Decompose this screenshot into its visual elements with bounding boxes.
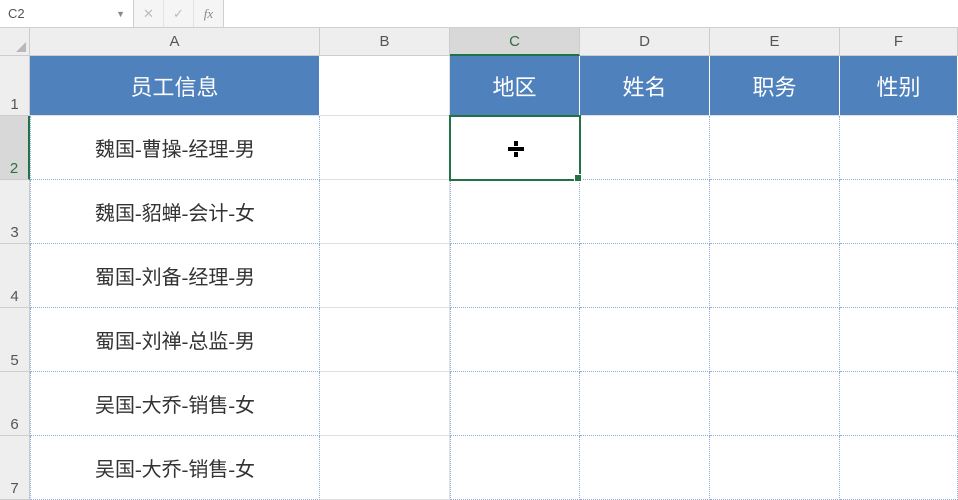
cell-value: 魏国-貂蝉-会计-女 [95,197,255,226]
select-all-corner[interactable] [0,28,30,56]
cell-E6[interactable] [710,372,840,436]
row-label: 2 [10,160,18,177]
row-header-2[interactable]: 2 [0,116,30,180]
spreadsheet-grid: A B C D E F 1 2 3 4 5 6 7 员工信息 地区 姓名 职务 … [0,28,958,500]
name-box-dropdown-icon[interactable]: ▼ [116,9,125,19]
formula-bar: C2 ▼ ✕ ✓ fx [0,0,958,28]
cell-C6[interactable] [450,372,580,436]
col-header-C[interactable]: C [450,28,580,56]
cell-D3[interactable] [580,180,710,244]
col-label: F [894,33,903,50]
confirm-formula-button[interactable]: ✓ [164,0,194,27]
cell-value: 吴国-大乔-销售-女 [95,453,255,482]
cell-value: 姓名 [622,70,666,102]
cell-C4[interactable] [450,244,580,308]
cell-E7[interactable] [710,436,840,500]
cell-D6[interactable] [580,372,710,436]
cell-B3[interactable] [320,180,450,244]
cell-value: 职务 [752,70,796,102]
cell-F5[interactable] [840,308,958,372]
cell-E5[interactable] [710,308,840,372]
cell-F4[interactable] [840,244,958,308]
col-header-F[interactable]: F [840,28,958,56]
cell-value: 蜀国-刘备-经理-男 [95,261,255,290]
cancel-icon: ✕ [143,6,154,22]
cell-D1[interactable]: 姓名 [580,56,710,116]
cell-D7[interactable] [580,436,710,500]
row-header-4[interactable]: 4 [0,244,30,308]
cell-value: 地区 [492,70,536,102]
fx-icon: fx [204,6,213,22]
cell-A6[interactable]: 吴国-大乔-销售-女 [30,372,320,436]
row-label: 5 [10,352,18,369]
row-label: 6 [10,416,18,433]
col-header-A[interactable]: A [30,28,320,56]
column-header-row: A B C D E F [30,28,958,56]
cell-value: 员工信息 [130,70,218,102]
col-header-D[interactable]: D [580,28,710,56]
col-label: C [509,33,520,50]
cell-F3[interactable] [840,180,958,244]
cell-D5[interactable] [580,308,710,372]
col-header-E[interactable]: E [710,28,840,56]
cell-E4[interactable] [710,244,840,308]
name-box-value: C2 [8,6,25,21]
cell-B6[interactable] [320,372,450,436]
name-box[interactable]: C2 ▼ [0,0,134,27]
row-header-6[interactable]: 6 [0,372,30,436]
cell-B2[interactable] [320,116,450,180]
row-header-col: 1 2 3 4 5 6 7 [0,56,30,500]
cell-A5[interactable]: 蜀国-刘禅-总监-男 [30,308,320,372]
row-label: 4 [10,288,18,305]
cell-A2[interactable]: 魏国-曹操-经理-男 [30,116,320,180]
cell-A3[interactable]: 魏国-貂蝉-会计-女 [30,180,320,244]
row-header-1[interactable]: 1 [0,56,30,116]
cell-D4[interactable] [580,244,710,308]
row-header-3[interactable]: 3 [0,180,30,244]
col-label: E [769,33,779,50]
cell-value: 蜀国-刘禅-总监-男 [95,325,255,354]
cell-F2[interactable] [840,116,958,180]
cell-C7[interactable] [450,436,580,500]
cell-C2[interactable] [450,116,580,180]
row-label: 1 [10,96,18,113]
insert-function-button[interactable]: fx [194,0,224,27]
cell-F7[interactable] [840,436,958,500]
row-header-7[interactable]: 7 [0,436,30,500]
cell-A7[interactable]: 吴国-大乔-销售-女 [30,436,320,500]
cell-F1[interactable]: 性别 [840,56,958,116]
check-icon: ✓ [173,6,184,22]
cell-value: 魏国-曹操-经理-男 [95,133,255,162]
cell-A1[interactable]: 员工信息 [30,56,320,116]
formula-input[interactable] [224,0,958,27]
col-label: D [639,33,650,50]
col-header-B[interactable]: B [320,28,450,56]
cell-C5[interactable] [450,308,580,372]
row-label: 7 [10,480,18,497]
row-label: 3 [10,224,18,241]
cell-B1[interactable] [320,56,450,116]
cell-A4[interactable]: 蜀国-刘备-经理-男 [30,244,320,308]
cell-C1[interactable]: 地区 [450,56,580,116]
cell-E3[interactable] [710,180,840,244]
cell-E1[interactable]: 职务 [710,56,840,116]
col-label: A [169,33,179,50]
cell-E2[interactable] [710,116,840,180]
cell-cursor-icon [506,139,524,157]
cell-B4[interactable] [320,244,450,308]
row-header-5[interactable]: 5 [0,308,30,372]
cell-value: 性别 [876,70,920,102]
cell-value: 吴国-大乔-销售-女 [95,389,255,418]
cells-area: 员工信息 地区 姓名 职务 性别 魏国-曹操-经理-男 魏国-貂蝉-会计-女 [30,56,958,500]
cell-D2[interactable] [580,116,710,180]
cancel-formula-button[interactable]: ✕ [134,0,164,27]
cell-C3[interactable] [450,180,580,244]
cell-F6[interactable] [840,372,958,436]
cell-B5[interactable] [320,308,450,372]
cell-B7[interactable] [320,436,450,500]
col-label: B [379,33,389,50]
